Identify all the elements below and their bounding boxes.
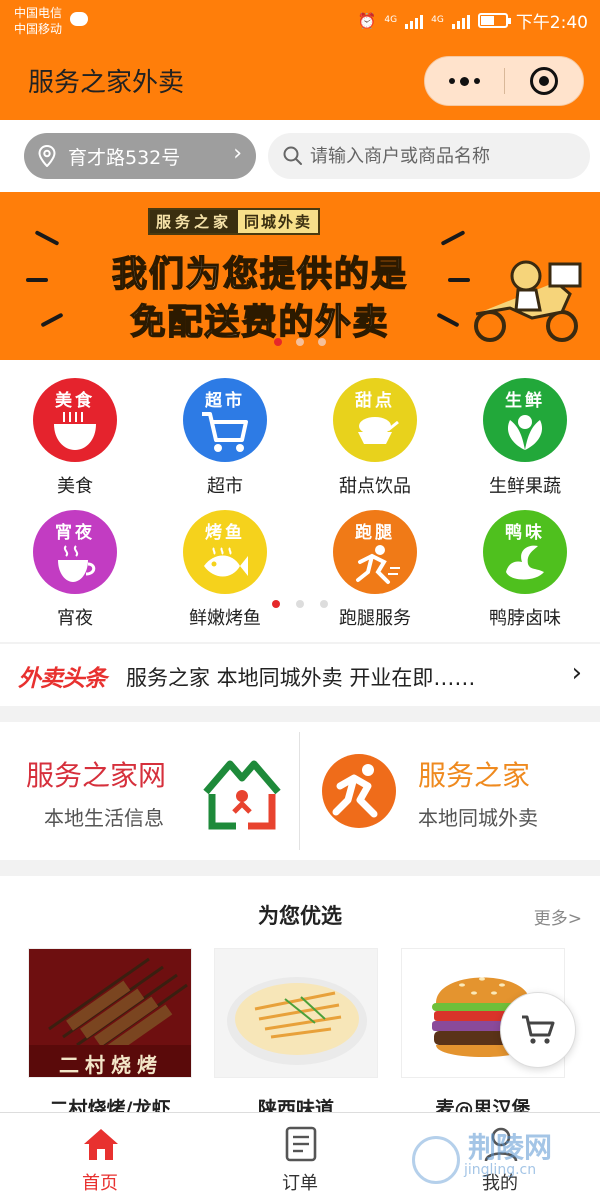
burst-line xyxy=(26,278,48,282)
partner-desc: 本地生活信息 xyxy=(44,806,164,830)
search-row: 育才路532号 › xyxy=(0,120,600,192)
burst-line xyxy=(440,230,466,246)
carrier-info: 中国电信 中国移动 xyxy=(14,5,62,37)
category-label: 甜点饮品 xyxy=(339,476,411,497)
category-food[interactable]: 美食 美食 xyxy=(0,378,150,498)
partner-service-home-delivery[interactable]: 服务之家 本地同城外卖 xyxy=(300,722,599,860)
category-pagination xyxy=(0,600,600,608)
close-button[interactable] xyxy=(505,57,583,105)
banner-pagination xyxy=(0,338,600,346)
banner-dot[interactable] xyxy=(274,338,282,346)
banner-headline-1: 我们为您提供的是 xyxy=(111,254,408,296)
promo-banner[interactable]: 服务之家 同城外卖 我们为您提供的是 免配送费的外卖 xyxy=(0,192,600,360)
message-icon xyxy=(70,12,88,26)
category-page-dot[interactable] xyxy=(296,600,304,608)
banner-brand-tag: 服务之家 同城外卖 xyxy=(148,208,321,235)
watermark-text: 荆陵网 xyxy=(468,1131,553,1164)
mini-program-capsule xyxy=(424,56,584,106)
photo-caption: 二村烧烤 xyxy=(59,1053,163,1077)
category-supermarket[interactable]: 超市 超市 xyxy=(150,378,300,498)
category-grid: 美食 美食 超市 超市 甜点 甜点饮品 生鲜 生鲜果蔬 宵夜 宵夜 烤鱼 鲜嫩烤… xyxy=(0,360,600,642)
order-list-icon xyxy=(285,1126,317,1162)
cart-icon xyxy=(522,1015,555,1044)
chevron-right-icon[interactable]: › xyxy=(572,658,582,688)
category-label: 超市 xyxy=(207,476,243,497)
carrier-2: 中国移动 xyxy=(14,22,63,36)
house-logo-icon xyxy=(203,760,281,830)
partner-name: 服务之家网 xyxy=(26,759,167,792)
watermark-sub: jingling.cn xyxy=(464,1162,537,1178)
partner-service-home-web[interactable]: 服务之家网 本地生活信息 xyxy=(0,722,299,860)
category-grilled-fish[interactable]: 烤鱼 鲜嫩烤鱼 xyxy=(150,510,300,630)
hot-cup-icon: 宵夜 xyxy=(33,510,117,594)
banner-dot[interactable] xyxy=(296,338,304,346)
recommended-section: 为您优选 更多> 二村烧烤 二村烧烤/龙虾 陕西味道 麦@思汉堡 xyxy=(0,876,600,1120)
clock: 下午2:40 xyxy=(515,13,588,33)
banner-tag-left: 服务之家 xyxy=(150,210,239,233)
more-link[interactable]: 更多> xyxy=(534,904,582,929)
category-label: 生鲜果蔬 xyxy=(489,476,561,497)
partner-desc: 本地同城外卖 xyxy=(418,806,538,830)
more-menu-button[interactable] xyxy=(425,57,504,105)
news-logo: 外卖头条 xyxy=(18,666,107,692)
category-page-dot[interactable] xyxy=(320,600,328,608)
category-night-snack[interactable]: 宵夜 宵夜 xyxy=(0,510,150,630)
location-selector[interactable]: 育才路532号 › xyxy=(24,133,256,179)
bbq-skewers-photo: 二村烧烤 xyxy=(28,948,192,1078)
banner-tag-right: 同城外卖 xyxy=(238,210,319,233)
title-bar: 服务之家外卖 xyxy=(0,44,600,120)
alarm-icon: ⏰ xyxy=(357,11,377,30)
tab-home[interactable]: 首页 xyxy=(0,1113,200,1200)
partner-name: 服务之家 xyxy=(418,759,531,792)
site-watermark: 荆陵网 jingling.cn xyxy=(412,1124,592,1194)
noodle-bowl-icon: 美食 xyxy=(33,378,117,462)
dessert-icon: 甜点 xyxy=(333,378,417,462)
home-icon xyxy=(84,1129,118,1160)
cold-noodles-photo xyxy=(214,948,378,1078)
watermark-logo-icon xyxy=(412,1136,460,1184)
signal-icon xyxy=(405,13,424,29)
network-2: 4G xyxy=(431,15,444,25)
category-duck-neck[interactable]: 鸭味 鸭脖卤味 xyxy=(450,510,600,630)
shop-card[interactable]: 二村烧烤 二村烧烤/龙虾 xyxy=(28,948,192,1121)
tab-label: 首页 xyxy=(82,1173,118,1194)
network-1: 4G xyxy=(384,15,398,25)
category-fresh[interactable]: 生鲜 生鲜果蔬 xyxy=(450,378,600,498)
search-input[interactable] xyxy=(310,145,580,167)
shop-card[interactable]: 陕西味道 xyxy=(214,948,378,1121)
section-title: 为您优选 xyxy=(258,904,342,928)
search-icon xyxy=(283,146,302,165)
news-headline[interactable]: 服务之家 本地同城外卖 开业在即…… xyxy=(126,662,475,692)
shopping-cart-icon: 超市 xyxy=(183,378,267,462)
duck-icon: 鸭味 xyxy=(483,510,567,594)
category-errand[interactable]: 跑腿 跑腿服务 xyxy=(300,510,450,630)
tab-orders[interactable]: 订单 xyxy=(200,1113,400,1200)
tab-label: 订单 xyxy=(282,1173,318,1194)
location-pin-icon xyxy=(38,145,56,167)
category-page-dot[interactable] xyxy=(272,600,280,608)
delivery-scooter-icon xyxy=(474,260,582,342)
status-bar: 中国电信 中国移动 ⏰ 4G 4G 下午2:40 xyxy=(0,0,600,44)
fish-icon: 烤鱼 xyxy=(183,510,267,594)
battery-icon xyxy=(477,13,511,28)
burst-line xyxy=(34,230,60,246)
close-target-icon xyxy=(529,67,558,95)
status-icons: ⏰ 4G 4G 下午2:40 xyxy=(357,8,588,34)
vegetable-icon: 生鲜 xyxy=(483,378,567,462)
chevron-right-icon: › xyxy=(233,141,242,166)
cart-button[interactable] xyxy=(500,992,576,1068)
partner-links: 服务之家网 本地生活信息 服务之家 本地同城外卖 xyxy=(0,722,600,860)
search-bar[interactable] xyxy=(268,133,590,179)
category-dessert[interactable]: 甜点 甜点饮品 xyxy=(300,378,450,498)
carrier-1: 中国电信 xyxy=(14,6,63,20)
location-address: 育才路532号 xyxy=(68,146,181,169)
signal-icon xyxy=(451,13,470,29)
app-title: 服务之家外卖 xyxy=(28,68,185,98)
news-ticker[interactable]: 外卖头条 服务之家 本地同城外卖 开业在即…… › xyxy=(0,644,600,706)
category-label: 美食 xyxy=(57,476,93,497)
runner-logo-icon xyxy=(322,754,396,828)
banner-dot[interactable] xyxy=(318,338,326,346)
runner-icon: 跑腿 xyxy=(333,510,417,594)
